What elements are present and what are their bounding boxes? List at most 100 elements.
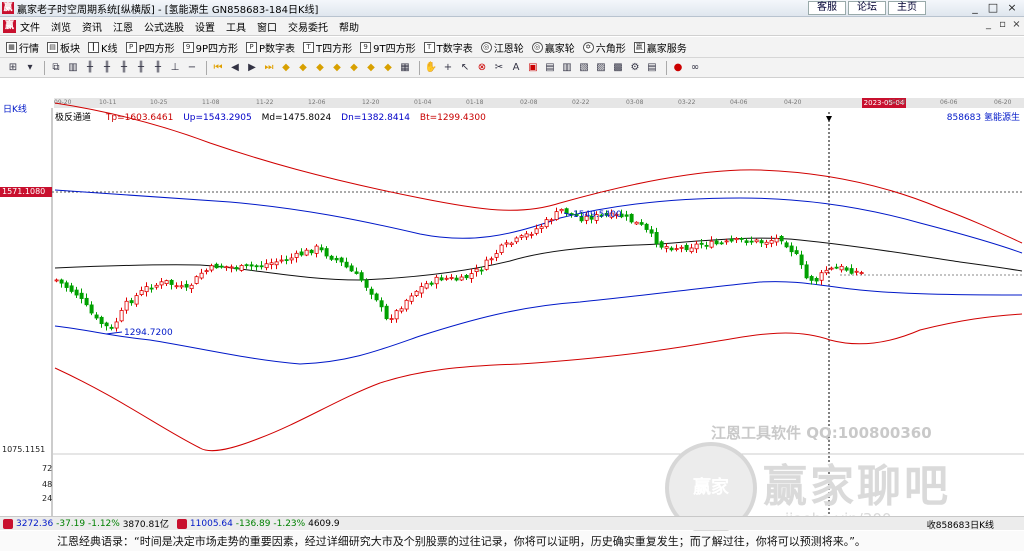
- candle-body: [839, 265, 844, 271]
- candle-body: [199, 272, 204, 279]
- candle-body: [54, 279, 59, 282]
- book-icon[interactable]: ▤: [645, 61, 659, 75]
- candle-body: [684, 244, 689, 251]
- pin-icon[interactable]: ⊗: [475, 61, 489, 75]
- menu-formula[interactable]: 公式选股: [144, 19, 184, 34]
- menu-file[interactable]: 文件: [20, 19, 40, 34]
- first-icon[interactable]: ⏮: [211, 61, 225, 75]
- color-wheel-icon[interactable]: ●: [671, 61, 685, 75]
- candle-tool-3-icon[interactable]: ╫: [117, 61, 131, 75]
- 9t-square-button[interactable]: 9 9T四方形: [360, 40, 416, 55]
- candle-body: [234, 267, 239, 270]
- list-icon[interactable]: ▥: [560, 61, 574, 75]
- hand-icon[interactable]: ✋: [424, 61, 438, 75]
- candle-tool-4-icon[interactable]: ╫: [134, 61, 148, 75]
- candle-body: [509, 242, 514, 246]
- forum-link[interactable]: 论坛: [848, 1, 886, 15]
- 9p-square-button[interactable]: 9 9P四方形: [182, 40, 238, 55]
- sector-button[interactable]: ▤ 板块: [47, 40, 80, 55]
- menu-trade[interactable]: 交易委托: [288, 19, 328, 34]
- candle-body: [409, 295, 414, 302]
- menu-help[interactable]: 帮助: [339, 19, 359, 34]
- last-icon[interactable]: ⏭: [262, 61, 276, 75]
- maximize-button[interactable]: □: [985, 1, 1001, 15]
- indicator-icon[interactable]: ▥: [66, 61, 80, 75]
- tool-icon[interactable]: ⚙: [628, 61, 642, 75]
- diamond-7-icon[interactable]: ◆: [381, 61, 395, 75]
- candle-body: [479, 269, 484, 272]
- winner-wheel-button[interactable]: ◎ 赢家轮: [531, 40, 575, 55]
- customer-service-link[interactable]: 客服: [808, 1, 846, 15]
- window-icon[interactable]: ⧉: [49, 61, 63, 75]
- diamond-3-icon[interactable]: ◆: [313, 61, 327, 75]
- gann-wheel-button[interactable]: ◎ 江恩轮: [480, 40, 524, 55]
- candle-body: [809, 276, 814, 281]
- menu-window[interactable]: 窗口: [257, 19, 277, 34]
- quotes-button[interactable]: ▦ 行情: [6, 40, 39, 55]
- infinity-icon[interactable]: ∞: [688, 61, 702, 75]
- candle-body: [324, 248, 329, 257]
- status-right: 收858683日K线: [926, 521, 994, 531]
- candle-tool-5-icon[interactable]: ╫: [151, 61, 165, 75]
- chart-type-icon[interactable]: ⊞: [6, 61, 20, 75]
- candle-body: [294, 252, 299, 258]
- candle-tool-icon[interactable]: ╫: [83, 61, 97, 75]
- candle-body: [344, 261, 349, 268]
- menu-app-icon[interactable]: 赢: [3, 19, 16, 33]
- t-square-button[interactable]: T T四方形: [303, 40, 352, 55]
- kline-button[interactable]: ┃ K线: [88, 40, 118, 55]
- menu-browse[interactable]: 浏览: [51, 19, 71, 34]
- next-icon[interactable]: ▶: [245, 61, 259, 75]
- stack-icon[interactable]: ▨: [594, 61, 608, 75]
- chart-icon[interactable]: ▣: [526, 61, 540, 75]
- panel-icon[interactable]: ▧: [577, 61, 591, 75]
- diamond-2-icon[interactable]: ◆: [296, 61, 310, 75]
- diamond-1-icon[interactable]: ◆: [279, 61, 293, 75]
- candle-body: [414, 290, 419, 296]
- candle-tool-2-icon[interactable]: ╫: [100, 61, 114, 75]
- dropdown-icon[interactable]: ▾: [23, 61, 37, 75]
- winner-wheel-icon: ◎: [531, 41, 543, 53]
- prev-icon[interactable]: ◀: [228, 61, 242, 75]
- candle-body: [229, 266, 234, 269]
- menu-settings[interactable]: 设置: [195, 19, 215, 34]
- minus-icon[interactable]: −: [185, 61, 199, 75]
- mdi-close-icon[interactable]: ×: [1010, 19, 1023, 32]
- delete-icon[interactable]: ✂: [492, 61, 506, 75]
- p-table-button[interactable]: P P数字表: [246, 40, 295, 55]
- candle-body: [184, 283, 189, 288]
- candlestick-series: [54, 207, 864, 332]
- menu-tools[interactable]: 工具: [226, 19, 246, 34]
- diamond-4-icon[interactable]: ◆: [330, 61, 344, 75]
- mdi-restore-icon[interactable]: ▫: [996, 19, 1009, 32]
- candle-body: [149, 287, 154, 290]
- cross-icon[interactable]: +: [441, 61, 455, 75]
- kline-chart[interactable]: 1549.5400 1294.7200: [0, 98, 1024, 516]
- mdi-minimize-icon[interactable]: _: [982, 19, 995, 32]
- minimize-button[interactable]: _: [967, 1, 983, 15]
- table-icon[interactable]: ▤: [543, 61, 557, 75]
- winner-service-button[interactable]: 赢赢家服务: [633, 40, 687, 55]
- layout-icon[interactable]: ▦: [398, 61, 412, 75]
- diamond-5-icon[interactable]: ◆: [347, 61, 361, 75]
- candle-body: [284, 259, 289, 262]
- t-table-button[interactable]: T T数字表: [423, 40, 473, 55]
- candle-body: [249, 264, 254, 267]
- hexagon-button[interactable]: ✡ 六角形: [582, 40, 626, 55]
- candle-body: [309, 249, 314, 254]
- p-square-button[interactable]: P P四方形: [125, 40, 175, 55]
- cursor-icon[interactable]: ↖: [458, 61, 472, 75]
- text-icon[interactable]: A: [509, 61, 523, 75]
- homepage-link[interactable]: 主页: [888, 1, 926, 15]
- sz-index-pct: -1.23%: [273, 518, 306, 529]
- candle-body: [764, 241, 769, 245]
- folder-icon[interactable]: ▩: [611, 61, 625, 75]
- menu-gann[interactable]: 江恩: [113, 19, 133, 34]
- diamond-6-icon[interactable]: ◆: [364, 61, 378, 75]
- candle-body: [174, 285, 179, 288]
- candle-body: [164, 280, 169, 285]
- close-button[interactable]: ×: [1004, 1, 1020, 15]
- menu-info[interactable]: 资讯: [82, 19, 102, 34]
- bar-tool-icon[interactable]: ⊥: [168, 61, 182, 75]
- candle-body: [179, 285, 184, 288]
